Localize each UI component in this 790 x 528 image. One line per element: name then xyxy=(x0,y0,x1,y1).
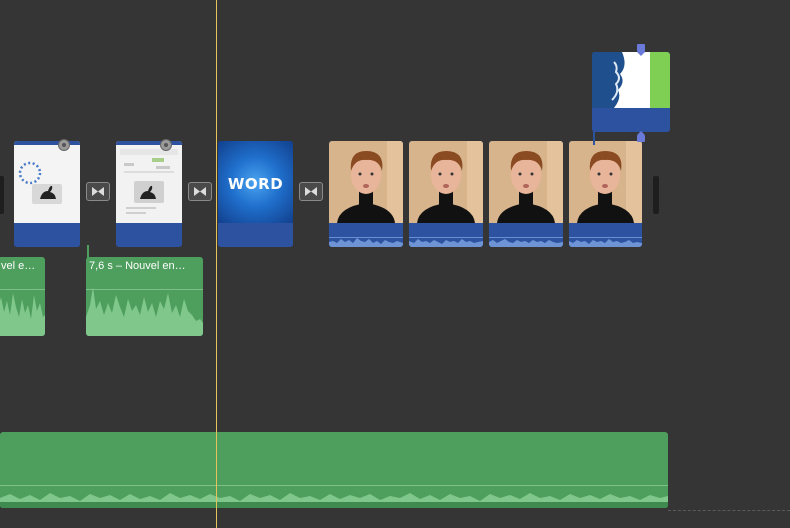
video-clip-speaker-2[interactable] xyxy=(409,141,483,247)
overlay-bottom-marker-icon[interactable] xyxy=(636,131,646,143)
clip-waveform xyxy=(489,223,563,247)
left-trim-handle[interactable] xyxy=(0,176,4,214)
cutaway-overlay-clip[interactable] xyxy=(592,52,670,132)
video-clip-speaker-1[interactable] xyxy=(329,141,403,247)
title-card-text: WORD xyxy=(227,175,284,193)
cross-dissolve-icon xyxy=(305,187,317,196)
transition-button-3[interactable] xyxy=(299,182,323,201)
overlay-thumbnail xyxy=(592,52,670,108)
clip-audio-strip xyxy=(592,108,670,132)
speaker-thumbnail xyxy=(409,141,483,223)
clip-waveform xyxy=(329,223,403,247)
clip-audio-strip xyxy=(218,223,293,247)
video-clip-document-2[interactable] xyxy=(116,141,182,247)
clip-waveform xyxy=(409,223,483,247)
clip-waveform xyxy=(569,223,642,247)
title-card-thumbnail: WORD xyxy=(218,141,293,223)
background-music-track[interactable] xyxy=(0,432,668,508)
clip-audio-strip xyxy=(14,223,80,247)
video-clip-document-1[interactable] xyxy=(14,141,80,247)
right-trim-handle[interactable] xyxy=(653,176,659,214)
speaker-thumbnail xyxy=(489,141,563,223)
audio-clip-2[interactable]: 7,6 s – Nouvel en… xyxy=(86,257,203,336)
video-clip-title-word[interactable]: WORD xyxy=(218,141,293,247)
overlay-top-marker-icon[interactable] xyxy=(636,44,646,56)
cross-dissolve-icon xyxy=(194,187,206,196)
speaker-thumbnail xyxy=(569,141,642,223)
cross-dissolve-icon xyxy=(92,187,104,196)
document-thumbnail xyxy=(116,141,182,223)
playhead[interactable] xyxy=(216,0,217,528)
clip-audio-strip xyxy=(116,223,182,247)
transition-button-2[interactable] xyxy=(188,182,212,201)
audio-clip-1[interactable]: vel e… xyxy=(0,257,45,336)
cutaway-connection-line xyxy=(593,131,595,145)
speaker-thumbnail xyxy=(329,141,403,223)
audio-waveform xyxy=(0,289,45,336)
audio-waveform xyxy=(86,287,203,336)
clip-badge-icon[interactable] xyxy=(160,139,172,151)
document-thumbnail xyxy=(14,141,80,223)
transition-button-1[interactable] xyxy=(86,182,110,201)
music-waveform xyxy=(0,485,668,508)
timeline-end-marker xyxy=(668,510,790,511)
clip-badge-icon[interactable] xyxy=(58,139,70,151)
video-clip-speaker-4[interactable] xyxy=(569,141,642,247)
video-clip-speaker-3[interactable] xyxy=(489,141,563,247)
